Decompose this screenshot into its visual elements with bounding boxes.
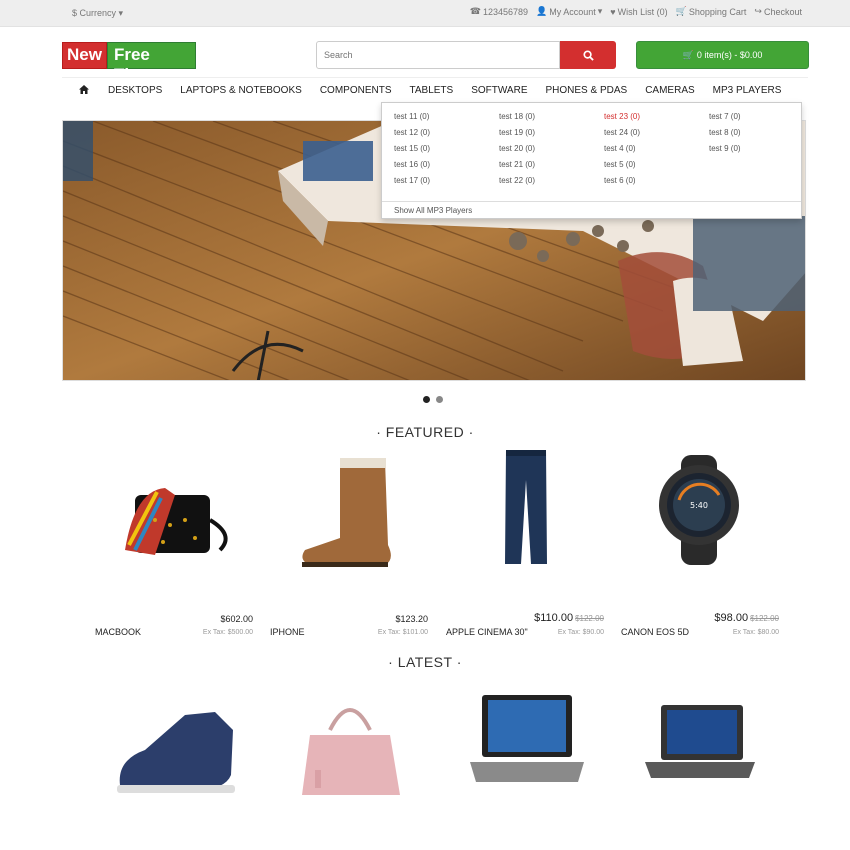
product-image-iphone[interactable] (270, 450, 440, 580)
my-account-dropdown[interactable]: 👤 My Account ▾ (536, 6, 602, 17)
menu-item-phones[interactable]: PHONES & PDAS (537, 85, 637, 96)
search-icon (582, 49, 594, 61)
dropdown-item[interactable]: test 20 (0) (499, 144, 604, 153)
product-image-vaio[interactable] (621, 690, 791, 820)
cart-icon: 🛒 (675, 6, 687, 16)
logo-free-theme: Free Theme (106, 42, 196, 84)
product-card: $110.00 $122.00 APPLE CINEMA 30" Ex Tax: … (446, 450, 616, 645)
top-links: ☎ 123456789 👤 My Account ▾ ♥ Wish List (0) … (470, 6, 802, 17)
dropdown-item[interactable]: test 9 (0) (709, 144, 804, 153)
heart-icon: ♥ (610, 6, 616, 17)
home-icon[interactable] (62, 84, 99, 97)
product-price: $123.20 (395, 614, 428, 624)
product-card: $123.20 IPHONE Ex Tax: $101.00 (270, 450, 440, 645)
menu-item-cameras[interactable]: CAMERAS (636, 85, 703, 96)
dropdown-item (709, 176, 804, 185)
cart-label: 0 item(s) - $0.00 (696, 50, 763, 60)
logo-new: New (62, 42, 107, 69)
search-button[interactable] (560, 41, 616, 69)
currency-dropdown[interactable]: $ Currency ▾ (72, 8, 123, 19)
product-card (270, 690, 440, 810)
search-input[interactable] (316, 41, 560, 69)
svg-text:5:40: 5:40 (690, 501, 708, 510)
dropdown-item[interactable]: test 7 (0) (709, 112, 804, 121)
checkout-link[interactable]: ↪ Checkout (754, 6, 802, 17)
menu-item-mp3-players[interactable]: MP3 PLAYERS (704, 85, 791, 96)
menu-item-laptops[interactable]: LAPTOPS & NOTEBOOKS (171, 85, 311, 96)
phone-link[interactable]: ☎ 123456789 (470, 6, 528, 17)
product-tax: Ex Tax: $90.00 (557, 629, 604, 636)
product-name[interactable]: MACBOOK (95, 627, 141, 637)
product-price: $602.00 (220, 614, 253, 624)
product-image-shoe[interactable] (95, 690, 265, 820)
wish-list-link[interactable]: ♥ Wish List (0) (610, 6, 667, 17)
dropdown-item-active[interactable]: test 23 (0) (604, 112, 709, 121)
dropdown-item[interactable]: test 22 (0) (499, 176, 604, 185)
dropdown-grid: test 11 (0) test 18 (0) test 23 (0) test… (394, 112, 804, 185)
slider-dot[interactable] (436, 396, 443, 403)
dropdown-item[interactable]: test 17 (0) (394, 176, 499, 185)
top-bar: $ Currency ▾ ☎ 123456789 👤 My Account ▾ ♥ W… (0, 0, 850, 27)
product-card (621, 690, 791, 810)
share-icon: ↪ (754, 6, 762, 16)
dropdown-item[interactable]: test 6 (0) (604, 176, 709, 185)
product-tax: Ex Tax: $101.00 (377, 629, 428, 636)
dropdown-item[interactable]: test 21 (0) (499, 160, 604, 169)
cart-button[interactable]: 🛒 0 item(s) - $0.00 (636, 41, 809, 69)
dropdown-item[interactable]: test 16 (0) (394, 160, 499, 169)
mp3-players-dropdown: test 11 (0) test 18 (0) test 23 (0) test… (381, 102, 802, 219)
product-card: $602.00 MACBOOK Ex Tax: $500.00 (95, 450, 265, 645)
user-icon: 👤 (536, 6, 548, 16)
product-name[interactable]: IPHONE (270, 627, 305, 637)
cart-icon: 🛒 (682, 49, 694, 60)
dropdown-item (709, 160, 804, 169)
phone-icon: ☎ (469, 6, 481, 16)
product-image-canon[interactable]: 5:40 (621, 450, 791, 580)
dropdown-item[interactable]: test 18 (0) (499, 112, 604, 121)
menu-item-software[interactable]: SOFTWARE (462, 85, 536, 96)
product-image-handbag[interactable] (270, 690, 440, 820)
site-logo[interactable]: New Free Theme (62, 42, 196, 84)
slider-pagination (423, 396, 443, 403)
product-name[interactable]: APPLE CINEMA 30" (446, 627, 528, 637)
slider-dot-active[interactable] (423, 396, 430, 403)
dropdown-item[interactable]: test 24 (0) (604, 128, 709, 137)
menu-item-tablets[interactable]: TABLETS (400, 85, 462, 96)
dropdown-item[interactable]: test 15 (0) (394, 144, 499, 153)
product-image-laptop[interactable] (446, 690, 616, 820)
shopping-cart-link[interactable]: 🛒 Shopping Cart (676, 6, 747, 17)
dropdown-item[interactable]: test 8 (0) (709, 128, 804, 137)
product-tax: Ex Tax: $80.00 (732, 629, 779, 636)
product-price: $98.00 $122.00 (714, 612, 779, 624)
dropdown-item[interactable]: test 4 (0) (604, 144, 709, 153)
product-tax: Ex Tax: $500.00 (202, 629, 253, 636)
show-all-link[interactable]: Show All MP3 Players (382, 201, 801, 215)
dropdown-item[interactable]: test 12 (0) (394, 128, 499, 137)
latest-heading: · LATEST · (388, 654, 462, 670)
product-card (95, 690, 265, 810)
product-card: 5:40 $98.00 $122.00 CANON EOS 5D Ex Tax: … (621, 450, 791, 645)
search-bar (316, 41, 616, 69)
product-price: $110.00 $122.00 (534, 612, 604, 624)
dropdown-item[interactable]: test 5 (0) (604, 160, 709, 169)
product-image-apple-cinema[interactable] (446, 450, 616, 580)
menu-item-desktops[interactable]: DESKTOPS (99, 85, 171, 96)
featured-heading: · FEATURED · (376, 424, 474, 440)
product-image-macbook[interactable] (95, 450, 265, 580)
product-name[interactable]: CANON EOS 5D (621, 627, 689, 637)
dropdown-item[interactable]: test 11 (0) (394, 112, 499, 121)
dropdown-item[interactable]: test 19 (0) (499, 128, 604, 137)
product-card (446, 690, 616, 810)
menu-item-components[interactable]: COMPONENTS (311, 85, 401, 96)
main-menu: DESKTOPS LAPTOPS & NOTEBOOKS COMPONENTS … (62, 77, 808, 103)
